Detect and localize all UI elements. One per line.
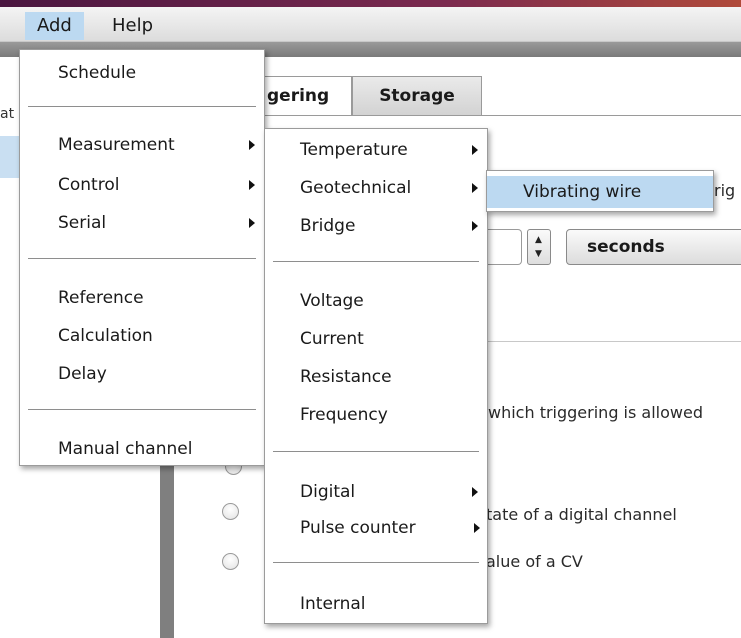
- units-button[interactable]: seconds: [566, 229, 741, 265]
- menu-item-control[interactable]: Control: [20, 170, 264, 200]
- left-panel-clipped-text: at: [0, 106, 15, 122]
- menubar: Add Help: [0, 7, 741, 42]
- menu-item-label: Temperature: [300, 140, 408, 160]
- radio-option-3[interactable]: [222, 553, 239, 570]
- interval-spinner[interactable]: ▲ ▼: [527, 229, 551, 265]
- submenu-arrow-icon: [249, 218, 255, 228]
- submenu-arrow-icon: [474, 523, 480, 533]
- menu-item-label: Pulse counter: [300, 518, 416, 538]
- interval-input[interactable]: [486, 229, 522, 265]
- menu-item-label: Digital: [300, 482, 356, 502]
- menu-item-label: Measurement: [58, 135, 175, 155]
- spinner-up-icon[interactable]: ▲: [535, 235, 542, 245]
- menu-item-manual-channel[interactable]: Manual channel: [20, 434, 264, 464]
- menu-item-resistance[interactable]: Resistance: [265, 362, 487, 392]
- menu-separator: [273, 451, 479, 452]
- triggering-allowed-text: which triggering is allowed: [488, 403, 703, 422]
- measurement-submenu: Temperature Geotechnical Bridge Voltage …: [264, 128, 488, 624]
- menu-item-frequency[interactable]: Frequency: [265, 400, 487, 430]
- menu-item-label: Geotechnical: [300, 178, 412, 198]
- menu-item-vibrating-wire[interactable]: Vibrating wire: [487, 176, 713, 208]
- menu-item-reference[interactable]: Reference: [20, 283, 264, 313]
- submenu-arrow-icon: [472, 487, 478, 497]
- menu-item-calculation[interactable]: Calculation: [20, 321, 264, 351]
- menu-item-serial[interactable]: Serial: [20, 208, 264, 238]
- window-top-strip: [0, 0, 741, 7]
- menu-item-internal[interactable]: Internal: [265, 589, 487, 619]
- menu-item-label: Serial: [58, 213, 107, 233]
- menubar-help[interactable]: Help: [100, 12, 165, 40]
- submenu-arrow-icon: [472, 145, 478, 155]
- menu-item-schedule[interactable]: Schedule: [20, 58, 264, 88]
- tab-triggering[interactable]: gering: [252, 76, 352, 116]
- menu-separator: [28, 106, 256, 107]
- submenu-arrow-icon: [249, 180, 255, 190]
- submenu-arrow-icon: [249, 140, 255, 150]
- tab-storage[interactable]: Storage: [352, 76, 482, 116]
- menu-item-delay[interactable]: Delay: [20, 359, 264, 389]
- submenu-arrow-icon: [472, 183, 478, 193]
- menu-item-label: Control: [58, 175, 120, 195]
- menu-separator: [28, 258, 256, 259]
- menu-item-current[interactable]: Current: [265, 324, 487, 354]
- spinner-down-icon[interactable]: ▼: [535, 249, 542, 259]
- menu-separator: [273, 261, 479, 262]
- menu-item-bridge[interactable]: Bridge: [265, 211, 487, 241]
- section-divider: [486, 341, 741, 342]
- menu-item-digital[interactable]: Digital: [265, 477, 487, 507]
- submenu-arrow-icon: [472, 221, 478, 231]
- add-menu: Schedule Measurement Control Serial Refe…: [19, 49, 265, 466]
- menubar-add[interactable]: Add: [25, 12, 84, 40]
- menu-item-pulse-counter[interactable]: Pulse counter: [265, 513, 487, 543]
- trigger-clipped-text: rig: [714, 181, 736, 200]
- radio-option-2[interactable]: [222, 503, 239, 520]
- content-panel-edge: [160, 460, 174, 638]
- cv-text: alue of a CV: [486, 552, 583, 571]
- menu-item-label: Bridge: [300, 216, 356, 236]
- menu-item-geotechnical[interactable]: Geotechnical: [265, 173, 487, 203]
- tabs-baseline: [260, 115, 741, 116]
- geotechnical-submenu: Vibrating wire: [486, 170, 714, 212]
- menu-item-voltage[interactable]: Voltage: [265, 286, 487, 316]
- menu-separator: [28, 409, 256, 410]
- digital-channel-text: tate of a digital channel: [486, 505, 677, 524]
- menu-item-temperature[interactable]: Temperature: [265, 135, 487, 165]
- menu-separator: [273, 562, 479, 563]
- menu-item-measurement[interactable]: Measurement: [20, 130, 264, 160]
